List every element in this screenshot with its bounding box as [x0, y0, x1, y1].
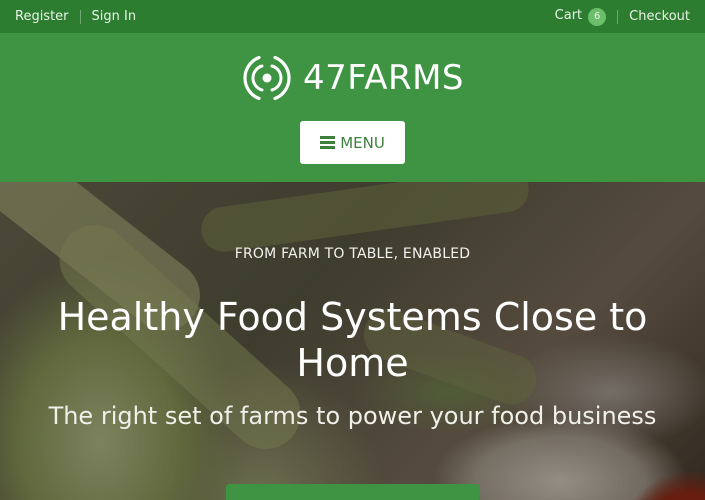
hamburger-icon: [320, 134, 336, 152]
divider: [79, 9, 81, 24]
checkout-link[interactable]: Checkout: [629, 9, 690, 24]
cart-links: Cart 6 Checkout: [554, 7, 690, 26]
hero-headline: Healthy Food Systems Close to Home: [57, 295, 648, 385]
cart-link[interactable]: Cart 6: [554, 7, 607, 26]
concentric-circles-icon: [243, 55, 291, 101]
brand-name: 47FARMS: [303, 58, 464, 98]
hero-cta-button[interactable]: [226, 484, 479, 500]
hero-banner: FROM FARM TO TABLE, ENABLED Healthy Food…: [0, 182, 705, 500]
account-links: Register Sign In: [15, 9, 136, 24]
hero-subheadline: The right set of farms to power your foo…: [48, 402, 657, 430]
divider: [617, 9, 619, 24]
sign-in-link[interactable]: Sign In: [92, 9, 137, 24]
register-link[interactable]: Register: [15, 9, 69, 24]
hero-eyebrow: FROM FARM TO TABLE, ENABLED: [234, 246, 471, 262]
site-header: 47FARMS MENU: [0, 33, 705, 182]
site-logo[interactable]: 47FARMS: [241, 50, 464, 106]
menu-button[interactable]: MENU: [300, 121, 405, 164]
cart-label: Cart: [554, 7, 583, 23]
cart-count-badge: 6: [588, 7, 607, 26]
top-bar: Register Sign In Cart 6 Checkout: [0, 0, 705, 33]
menu-label: MENU: [340, 133, 385, 152]
